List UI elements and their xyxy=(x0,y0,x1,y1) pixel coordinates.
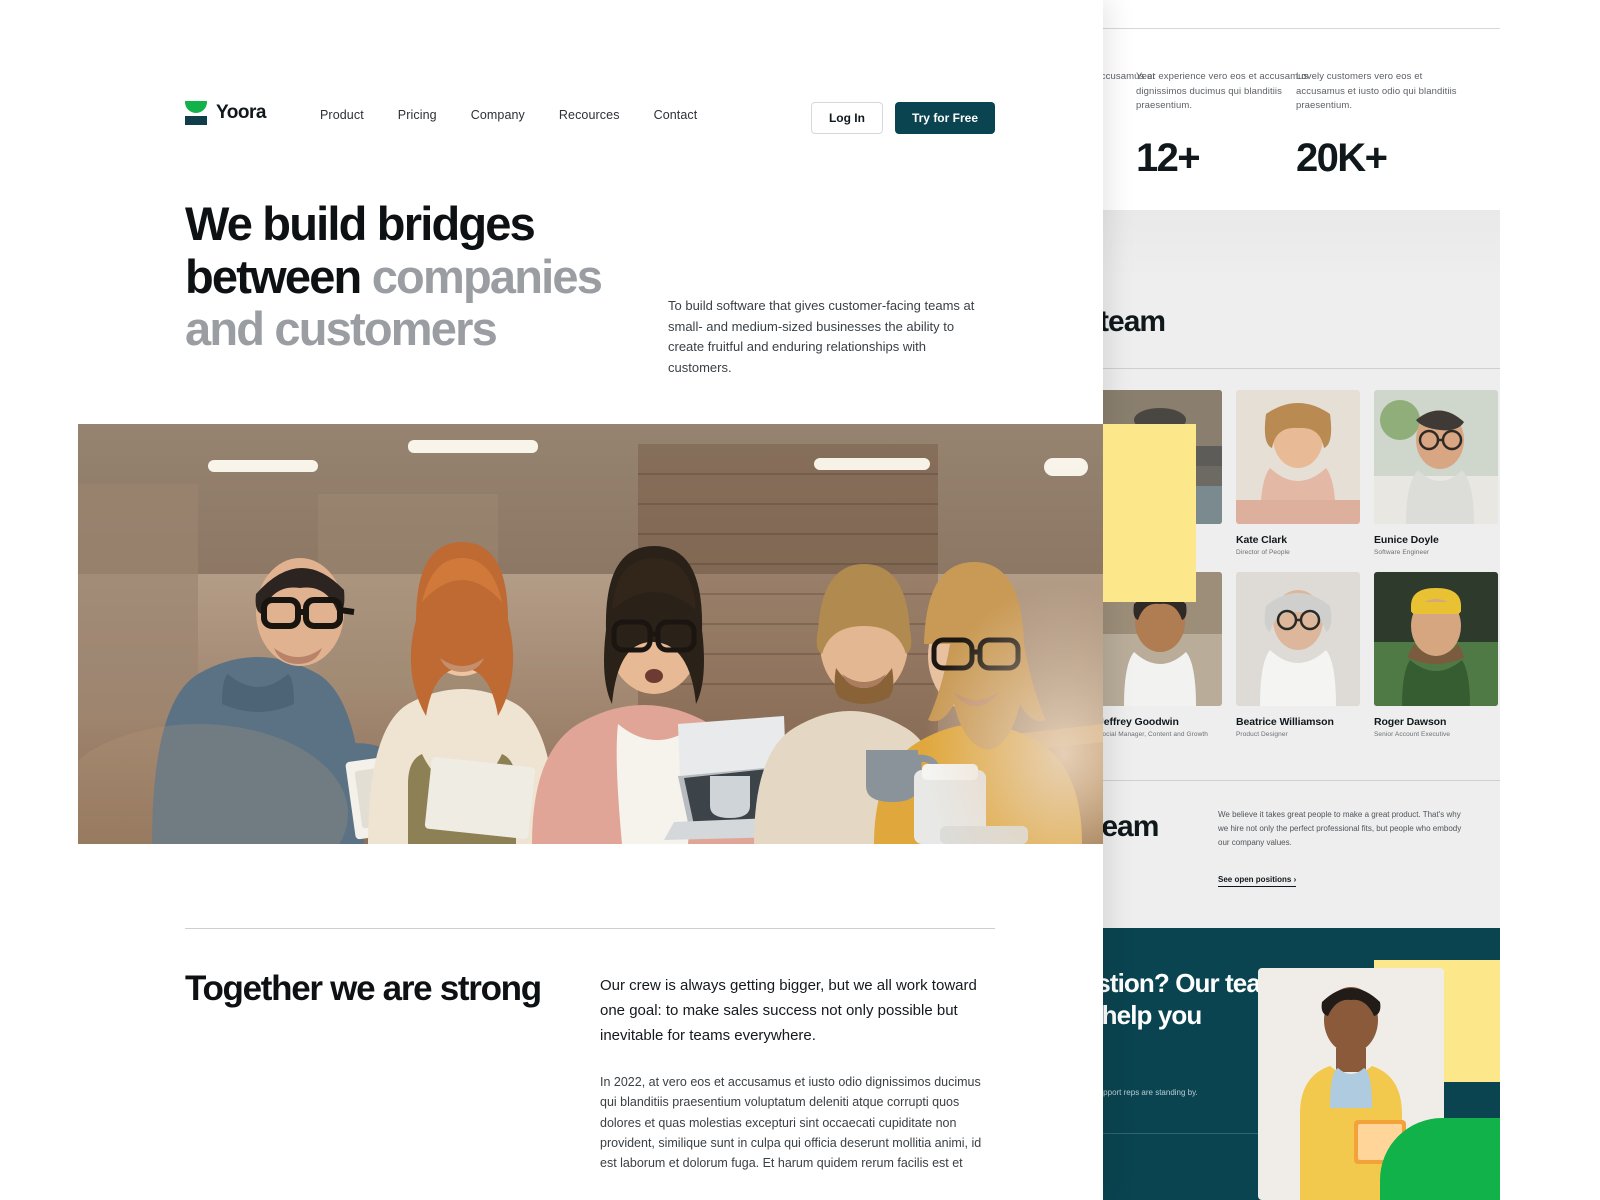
stat-item: Year experience vero eos et accusamus di… xyxy=(1136,70,1312,181)
stat-value: 12+ xyxy=(1136,136,1201,181)
nav-links: Product Pricing Company Recources Contac… xyxy=(320,108,697,122)
hero-heading-line1: We build bridges xyxy=(185,197,536,250)
team-member-name: Jeffrey Goodwin xyxy=(1098,716,1179,728)
brand-name: Yoora xyxy=(216,102,266,123)
page-root: Team member vero eos et accusamus et ius… xyxy=(0,0,1600,1200)
team-member-card[interactable]: Roger Dawson Senior Account Executive xyxy=(1374,572,1498,738)
try-for-free-button[interactable]: Try for Free xyxy=(894,102,995,134)
nav-actions: Log In Try for Free xyxy=(810,102,995,134)
together-heading: Together we are strong xyxy=(185,969,542,1008)
team-member-name: Roger Dawson xyxy=(1374,716,1447,728)
see-open-positions-link[interactable]: See open positions › xyxy=(1218,875,1297,887)
yoora-bowl-logo-icon xyxy=(185,100,207,126)
team-member-photo xyxy=(1374,572,1498,706)
together-lead: Our crew is always getting bigger, but w… xyxy=(600,977,977,1044)
nav-item-product[interactable]: Product xyxy=(320,108,364,122)
team-member-photo xyxy=(1236,390,1360,524)
team-member-card[interactable]: Eunice Doyle Software Engineer xyxy=(1374,390,1498,556)
section-divider xyxy=(185,928,995,929)
team-member-photo xyxy=(1236,572,1360,706)
values-divider xyxy=(1102,780,1500,781)
team-member-role: Social Manager, Content and Growth xyxy=(1098,731,1208,738)
brand-logo[interactable]: Yoora xyxy=(185,100,266,126)
nav-item-company[interactable]: Company xyxy=(471,108,525,122)
team-member-role: Director of People xyxy=(1236,549,1290,556)
nav-item-pricing[interactable]: Pricing xyxy=(398,108,437,122)
team-member-role: Senior Account Executive xyxy=(1374,731,1451,738)
team-member-name: Beatrice Williamson xyxy=(1236,716,1334,728)
team-member-name: Eunice Doyle xyxy=(1374,534,1439,546)
stat-description: Year experience vero eos et accusamus di… xyxy=(1136,71,1309,112)
stat-item: Lovely customers vero eos et accusamus e… xyxy=(1296,70,1472,181)
team-member-name: Kate Clark xyxy=(1236,534,1287,546)
top-navigation: Yoora Product Pricing Company Recources … xyxy=(0,96,1103,140)
stat-description: Lovely customers vero eos et accusamus e… xyxy=(1296,71,1457,112)
login-button[interactable]: Log In xyxy=(810,102,883,134)
hero-heading-line3-muted: and customers xyxy=(185,302,498,356)
primary-page: Yoora Product Pricing Company Recources … xyxy=(0,0,1196,1200)
team-member-role: Product Designer xyxy=(1236,731,1288,738)
hero-heading-line2-muted: companies xyxy=(371,249,603,303)
hero-copy: To build software that gives customer-fa… xyxy=(668,298,975,375)
hero-image xyxy=(78,424,1103,844)
nav-item-recources[interactable]: Recources xyxy=(559,108,620,122)
stat-value: 20K+ xyxy=(1296,136,1388,181)
team-member-photo xyxy=(1374,390,1498,524)
hero-heading-line2-strong: between xyxy=(185,249,372,303)
team-member-role: Software Engineer xyxy=(1374,549,1430,556)
values-body: We believe it takes great people to make… xyxy=(1218,810,1462,847)
team-member-card[interactable]: Kate Clark Director of People xyxy=(1236,390,1360,556)
team-member-card[interactable]: Beatrice Williamson Product Designer xyxy=(1236,572,1360,738)
team-divider xyxy=(1102,368,1500,369)
nav-item-contact[interactable]: Contact xyxy=(654,108,698,122)
together-body: In 2022, at vero eos et accusamus et ius… xyxy=(600,1075,982,1170)
